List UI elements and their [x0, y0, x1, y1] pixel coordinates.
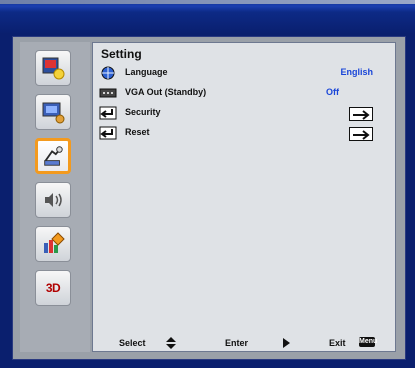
content-pane: Setting Language English VGA Out (Standb…: [92, 42, 396, 352]
sidebar-item-options[interactable]: [35, 226, 71, 262]
footer-hints: Select Enter Exit Menu: [93, 334, 397, 352]
sidebar: 3D: [20, 42, 90, 352]
menu-row-language[interactable]: Language English: [99, 65, 391, 83]
globe-icon: [101, 66, 115, 80]
3d-icon: 3D: [45, 281, 61, 295]
security-enter-button[interactable]: [349, 107, 373, 121]
up-down-arrows-icon: [166, 337, 176, 349]
osd-window: 3D Setting Language English VGA Out (Sta…: [0, 0, 415, 368]
enter-icon: [99, 106, 117, 120]
arrow-right-icon: [353, 110, 370, 120]
enter-hint-label: Enter: [225, 338, 249, 348]
options-icon: [44, 232, 65, 253]
menu-row-security[interactable]: Security: [99, 105, 391, 123]
arrow-right-icon: [353, 130, 370, 140]
menu-inner: 3D Setting Language English VGA Out (Sta…: [20, 42, 396, 352]
enter-icon: [99, 126, 117, 140]
sidebar-item-setting[interactable]: [35, 138, 71, 174]
reset-label: Reset: [125, 127, 150, 137]
language-value[interactable]: English: [340, 67, 373, 77]
exit-hint-label: Exit: [329, 338, 346, 348]
display-settings-icon: [42, 102, 65, 124]
reset-enter-button[interactable]: [349, 127, 373, 141]
language-label: Language: [125, 67, 168, 77]
sidebar-item-display[interactable]: [35, 94, 71, 130]
sidebar-item-volume[interactable]: [35, 182, 71, 218]
speaker-icon: [45, 193, 62, 207]
menu-key-icon: Menu: [359, 337, 378, 347]
vga-out-label: VGA Out (Standby): [125, 87, 207, 97]
page-title: Setting: [101, 47, 142, 61]
menu-row-vga-out[interactable]: VGA Out (Standby) Off: [99, 85, 391, 103]
top-strip: [0, 0, 415, 4]
sidebar-item-image-settings[interactable]: [35, 50, 71, 86]
security-label: Security: [125, 107, 161, 117]
vga-out-value[interactable]: Off: [326, 87, 339, 97]
play-arrow-icon: [283, 338, 290, 348]
sidebar-item-3d[interactable]: 3D: [35, 270, 71, 306]
setting-icon: [44, 146, 63, 166]
menu-row-reset[interactable]: Reset: [99, 125, 391, 143]
image-settings-icon: [42, 57, 65, 80]
vga-port-icon: [99, 88, 117, 98]
select-hint-label: Select: [119, 338, 146, 348]
